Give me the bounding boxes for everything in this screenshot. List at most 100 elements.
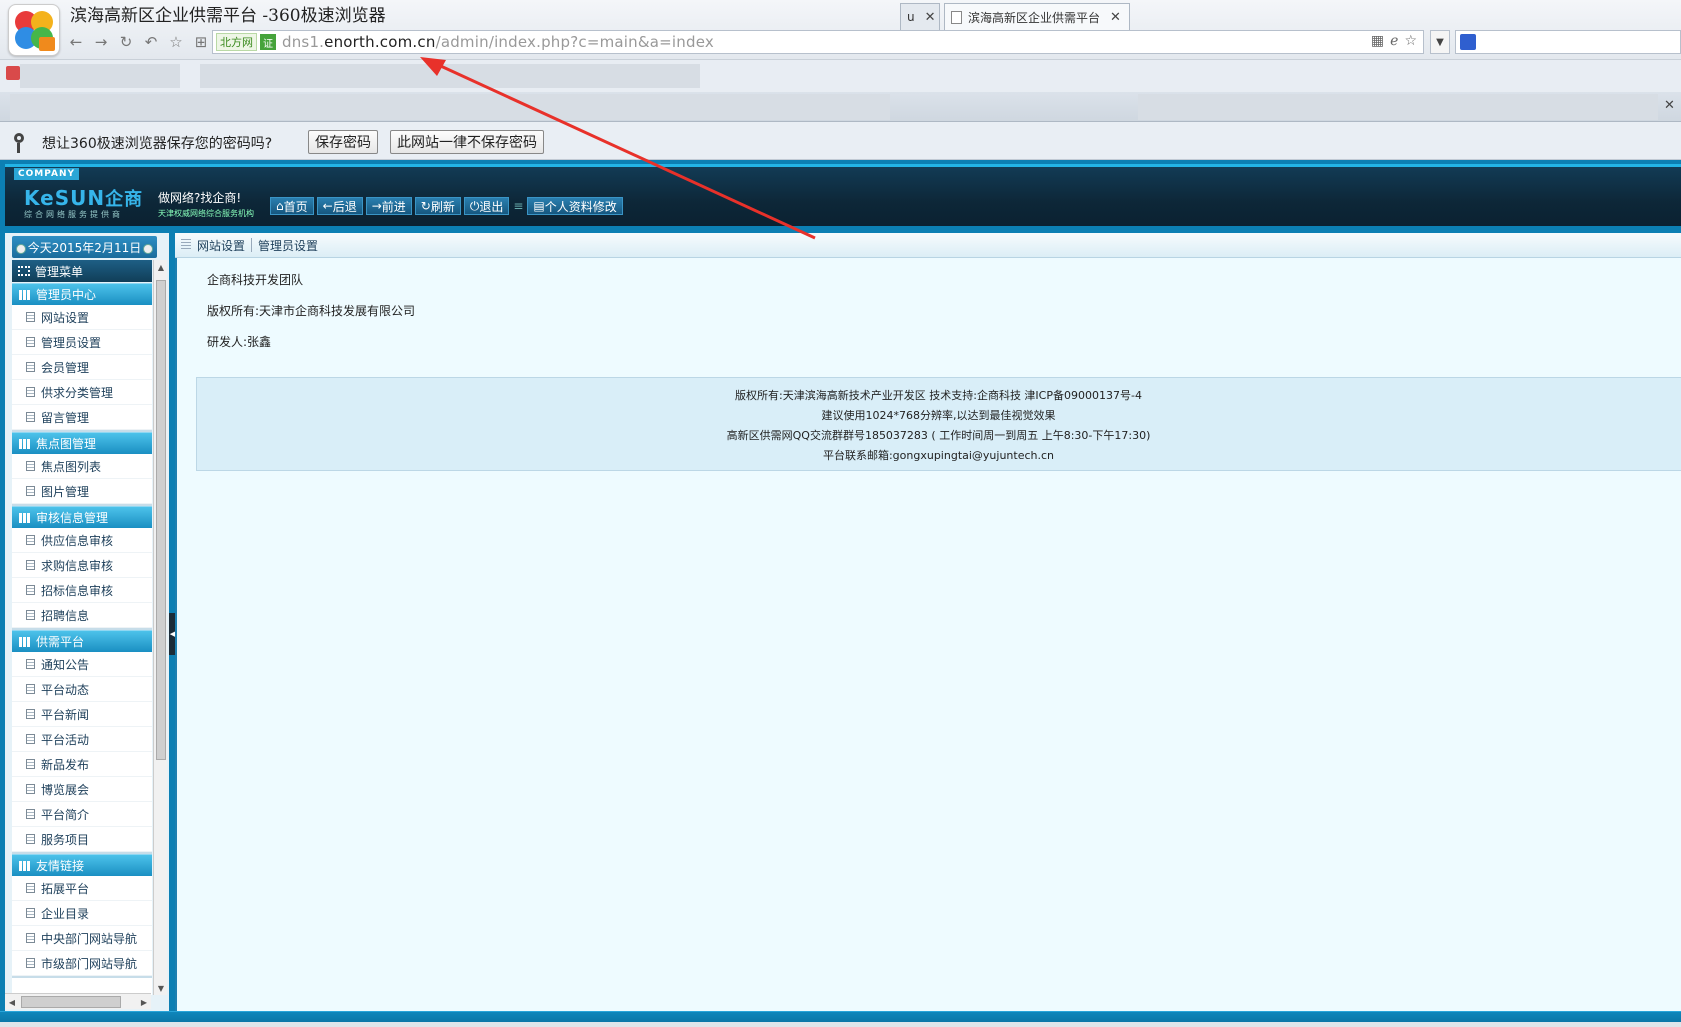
menu-group-header[interactable]: 焦点图管理: [12, 432, 152, 454]
sidebar-item-platform-intro[interactable]: 平台简介: [12, 802, 152, 827]
list-icon: [181, 239, 191, 251]
undo-icon[interactable]: ↶: [141, 32, 161, 52]
blurred-tabs: [1138, 94, 1658, 120]
back-arrow-icon: ←: [322, 199, 333, 213]
star-icon[interactable]: ☆: [166, 32, 186, 52]
document-icon: [26, 362, 35, 372]
menu-group-header[interactable]: 管理员中心: [12, 283, 152, 305]
certificate-icon[interactable]: 证: [260, 34, 276, 50]
copyright-company: 版权所有:天津市企商科技发展有限公司: [207, 304, 416, 318]
search-input[interactable]: [1455, 30, 1681, 54]
save-password-button[interactable]: 保存密码: [308, 130, 378, 154]
sidebar-menu: 管理员中心 网站设置 管理员设置 会员管理 供求分类管理 留言管理 焦点图管理 …: [12, 283, 152, 995]
sidebar-vertical-scrollbar[interactable]: ▲ ▼: [153, 260, 167, 995]
sidebar-item-purchase-review[interactable]: 求购信息审核: [12, 553, 152, 578]
forward-icon[interactable]: →: [91, 32, 111, 52]
blurred-favorites: [20, 64, 180, 88]
close-icon[interactable]: ✕: [1664, 98, 1675, 113]
never-save-password-button[interactable]: 此网站一律不保存密码: [390, 130, 544, 154]
site-label[interactable]: 北方网: [216, 33, 257, 51]
home-button[interactable]: ⌂ 首页: [270, 197, 314, 215]
sidebar-item-platform-events[interactable]: 平台活动: [12, 727, 152, 752]
sidebar-item-tender-review[interactable]: 招标信息审核: [12, 578, 152, 603]
menu-group-header[interactable]: 供需平台: [12, 630, 152, 652]
sidebar-item-site-settings[interactable]: 网站设置: [12, 305, 152, 330]
url-text[interactable]: dns1.enorth.com.cn/admin/index.php?c=mai…: [282, 33, 714, 51]
menu-group-admin-center: 管理员中心 网站设置 管理员设置 会员管理 供求分类管理 留言管理: [12, 283, 152, 432]
sidebar-item-notices[interactable]: 通知公告: [12, 652, 152, 677]
logout-button[interactable]: ⏻ 退出: [463, 197, 510, 215]
ie-mode-icon[interactable]: ℯ: [1390, 33, 1398, 49]
sidebar-item-expo[interactable]: 博览展会: [12, 777, 152, 802]
apps-grid-icon[interactable]: ⊞: [191, 32, 211, 52]
back-icon[interactable]: ←: [66, 32, 86, 52]
back-button[interactable]: ← 后退: [316, 197, 363, 215]
sidebar-item-focus-list[interactable]: 焦点图列表: [12, 454, 152, 479]
tab-previous[interactable]: u ✕: [900, 3, 940, 30]
breadcrumb-item[interactable]: 管理员设置: [258, 237, 318, 254]
scroll-thumb[interactable]: [156, 280, 166, 760]
address-bar[interactable]: 北方网 证 dns1.enorth.com.cn/admin/index.php…: [212, 30, 1424, 54]
sidebar-item-city-nav[interactable]: 市级部门网站导航: [12, 951, 152, 976]
footer-qq-group: 高新区供需网QQ交流群群号185037283 ( 工作时间周一到周五 上午8:3…: [726, 429, 1151, 442]
document-icon: [26, 834, 35, 844]
sidebar-item-extended-platform[interactable]: 拓展平台: [12, 876, 152, 901]
close-icon[interactable]: ✕: [1110, 10, 1121, 25]
sidebar-item-platform-updates[interactable]: 平台动态: [12, 677, 152, 702]
date-bar: 今天2015年2月11日: [12, 236, 157, 258]
document-icon: [26, 387, 35, 397]
breadcrumb-separator: [251, 238, 253, 252]
sidebar-item-company-directory[interactable]: 企业目录: [12, 901, 152, 926]
address-dropdown-icon[interactable]: ▼: [1430, 30, 1450, 54]
sidebar-item-central-nav[interactable]: 中央部门网站导航: [12, 926, 152, 951]
address-bar-icons: ▦ ℯ ☆: [1371, 33, 1417, 49]
brand-logo: KeSUN企商: [24, 186, 144, 210]
document-icon: [26, 610, 35, 620]
close-icon[interactable]: ✕: [925, 10, 936, 25]
company-tag: COMPANY: [14, 168, 79, 180]
group-icon: [19, 860, 31, 871]
scroll-left-icon[interactable]: ◀: [5, 994, 19, 1010]
tab-active[interactable]: 滨海高新区企业供需平台 ✕: [944, 3, 1130, 30]
brand-subtitle: 综合网络服务提供商: [24, 210, 123, 219]
refresh-button[interactable]: ↻ 刷新: [414, 197, 461, 215]
breadcrumb-item[interactable]: 网站设置: [197, 237, 245, 254]
password-prompt-text: 想让360极速浏览器保存您的密码吗?: [42, 136, 273, 152]
forward-button[interactable]: → 前进: [365, 197, 412, 215]
sidebar-item-recruitment[interactable]: 招聘信息: [12, 603, 152, 628]
document-icon: [26, 535, 35, 545]
menu-group-platform: 供需平台 通知公告 平台动态 平台新闻 平台活动 新品发布 博览展会 平台简介 …: [12, 630, 152, 854]
sidebar-item-admin-settings[interactable]: 管理员设置: [12, 330, 152, 355]
sidebar-item-member-management[interactable]: 会员管理: [12, 355, 152, 380]
menu-group-header[interactable]: 友情链接: [12, 854, 152, 876]
browser-logo-icon[interactable]: [8, 4, 60, 56]
scroll-right-icon[interactable]: ▶: [137, 994, 151, 1010]
document-icon: [26, 412, 35, 422]
group-icon: [19, 512, 31, 523]
menu-group-header[interactable]: 审核信息管理: [12, 506, 152, 528]
bookmark-star-icon[interactable]: ☆: [1404, 33, 1417, 49]
qr-code-icon[interactable]: ▦: [1371, 33, 1384, 49]
reload-icon[interactable]: ↻: [116, 32, 136, 52]
sidebar-item-category-management[interactable]: 供求分类管理: [12, 380, 152, 405]
menu-group-review: 审核信息管理 供应信息审核 求购信息审核 招标信息审核 招聘信息: [12, 506, 152, 630]
sidebar-item-services[interactable]: 服务项目: [12, 827, 152, 852]
search-engine-icon[interactable]: [1460, 34, 1476, 50]
blurred-favorites: [200, 64, 700, 88]
document-icon: [26, 734, 35, 744]
sidebar-item-image-management[interactable]: 图片管理: [12, 479, 152, 504]
scroll-up-icon[interactable]: ▲: [154, 260, 168, 274]
scroll-down-icon[interactable]: ▼: [154, 981, 168, 995]
favorite-site-icon[interactable]: [6, 66, 20, 80]
browser-nav-buttons: ← → ↻ ↶ ☆ ⊞: [66, 32, 211, 52]
scroll-thumb[interactable]: [21, 996, 121, 1008]
document-icon: [26, 883, 35, 893]
sidebar-horizontal-scrollbar[interactable]: ◀ ▶: [5, 993, 151, 1009]
sidebar-item-new-products[interactable]: 新品发布: [12, 752, 152, 777]
sidebar-item-supply-review[interactable]: 供应信息审核: [12, 528, 152, 553]
window-title: 滨海高新区企业供需平台 -360极速浏览器: [70, 6, 386, 26]
sidebar-item-message-management[interactable]: 留言管理: [12, 405, 152, 430]
profile-edit-button[interactable]: ▤ 个人资料修改: [527, 197, 623, 215]
sidebar-item-platform-news[interactable]: 平台新闻: [12, 702, 152, 727]
top-nav: ⌂ 首页 ← 后退 → 前进 ↻ 刷新 ⏻ 退出 ≡ ▤ 个人资料修改: [270, 197, 623, 215]
